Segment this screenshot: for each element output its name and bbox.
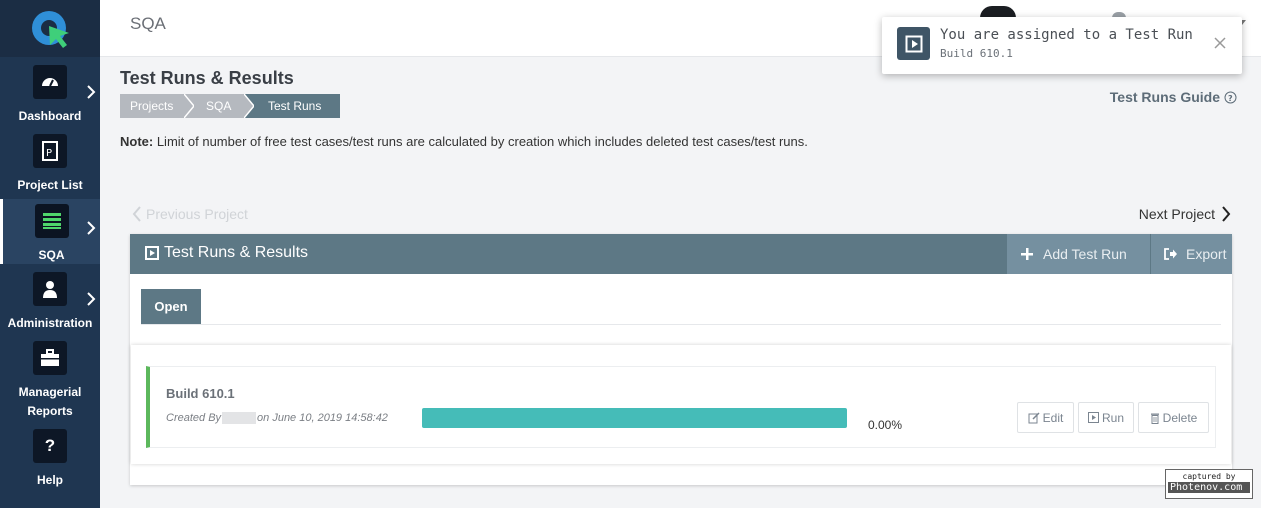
breadcrumb-projects[interactable]: Projects xyxy=(120,94,194,118)
run-button[interactable]: Run xyxy=(1078,402,1134,433)
sidebar: Dashboard P Project List SQA Administrat… xyxy=(0,0,100,508)
sidebar-item-sqa[interactable]: SQA xyxy=(0,199,100,264)
sidebar-item-label: Managerial Reports xyxy=(18,385,82,418)
svg-text:?: ? xyxy=(1228,94,1233,103)
chevron-left-icon xyxy=(132,206,141,222)
note-label: Note: xyxy=(120,134,154,149)
test-run-meta: Created By on June 10, 2019 14:58:42 xyxy=(166,412,388,424)
close-icon[interactable] xyxy=(1214,37,1226,49)
next-project-link[interactable]: Next Project xyxy=(1139,206,1231,222)
play-square-icon xyxy=(897,27,930,60)
chevron-right-icon xyxy=(1222,206,1231,222)
breadcrumb-test-runs: Test Runs xyxy=(244,94,340,118)
panel-title: Test Runs & Results xyxy=(145,244,308,262)
capture-watermark: captured by Photenov.com xyxy=(1165,469,1253,499)
test-runs-list: Build 610.1 Created By on June 10, 2019 … xyxy=(131,345,1231,464)
note-text: Note: Limit of number of free test cases… xyxy=(120,134,808,149)
test-runs-panel: Test Runs & Results Add Test Run Export … xyxy=(130,234,1232,485)
sidebar-item-administration[interactable]: Administration xyxy=(0,272,100,334)
previous-project-link[interactable]: Previous Project xyxy=(132,206,248,222)
test-run-card: Build 610.1 Created By on June 10, 2019 … xyxy=(146,366,1216,448)
breadcrumb-arrow-icon xyxy=(184,94,194,118)
export-button[interactable]: Export xyxy=(1151,234,1232,274)
svg-text:P: P xyxy=(46,148,52,159)
edit-icon xyxy=(1028,411,1040,423)
app-logo[interactable] xyxy=(0,0,100,57)
notification-subtitle: Build 610.1 xyxy=(940,47,1013,60)
tab-open[interactable]: Open xyxy=(141,289,201,325)
sidebar-item-help[interactable]: ? Help xyxy=(0,429,100,491)
document-icon: P xyxy=(33,134,67,168)
chevron-right-icon xyxy=(87,221,96,235)
app-section-title: SQA xyxy=(130,14,166,33)
sidebar-item-dashboard[interactable]: Dashboard xyxy=(0,65,100,127)
sidebar-item-project-list[interactable]: P Project List xyxy=(0,134,100,196)
sidebar-item-managerial-reports[interactable]: Managerial Reports xyxy=(0,341,100,421)
assignment-notification: You are assigned to a Test Run Build 610… xyxy=(882,17,1242,74)
note-body: Limit of number of free test cases/test … xyxy=(153,134,808,149)
help-icon: ? xyxy=(33,429,67,463)
sidebar-item-label: SQA xyxy=(38,248,65,262)
plus-icon xyxy=(1021,248,1033,260)
sidebar-item-label: Help xyxy=(36,473,63,487)
briefcase-icon xyxy=(33,341,67,375)
list-icon xyxy=(34,204,69,238)
tab-divider xyxy=(141,324,1221,325)
chevron-right-icon xyxy=(87,292,96,306)
add-test-run-button[interactable]: Add Test Run xyxy=(1007,234,1150,274)
edit-button[interactable]: Edit xyxy=(1017,402,1074,433)
play-square-icon xyxy=(145,246,159,260)
admin-user-icon xyxy=(33,272,67,306)
progress-bar xyxy=(422,408,847,428)
delete-button[interactable]: Delete xyxy=(1138,402,1209,433)
test-runs-guide-link[interactable]: Test Runs Guide ? xyxy=(1110,89,1237,105)
play-square-icon xyxy=(1087,412,1099,423)
test-run-name[interactable]: Build 610.1 xyxy=(166,386,235,401)
trash-icon xyxy=(1150,413,1159,424)
breadcrumb-arrow-icon xyxy=(244,94,254,118)
sidebar-item-label: Administration xyxy=(7,316,93,330)
sidebar-item-label: Dashboard xyxy=(18,109,82,123)
logo-icon xyxy=(32,11,69,48)
panel-header: Test Runs & Results Add Test Run Export xyxy=(130,234,1232,274)
redacted-username xyxy=(222,412,257,424)
sign-out-icon xyxy=(1164,248,1177,260)
dashboard-icon xyxy=(33,65,67,99)
breadcrumb: Projects SQA Test Runs xyxy=(120,94,340,118)
progress-percent: 0.00% xyxy=(868,418,903,432)
page-title: Test Runs & Results xyxy=(120,68,294,88)
question-circle-icon: ? xyxy=(1224,91,1237,103)
chevron-right-icon xyxy=(87,85,96,99)
sidebar-item-label: Project List xyxy=(17,178,83,192)
notification-title: You are assigned to a Test Run xyxy=(940,27,1193,43)
